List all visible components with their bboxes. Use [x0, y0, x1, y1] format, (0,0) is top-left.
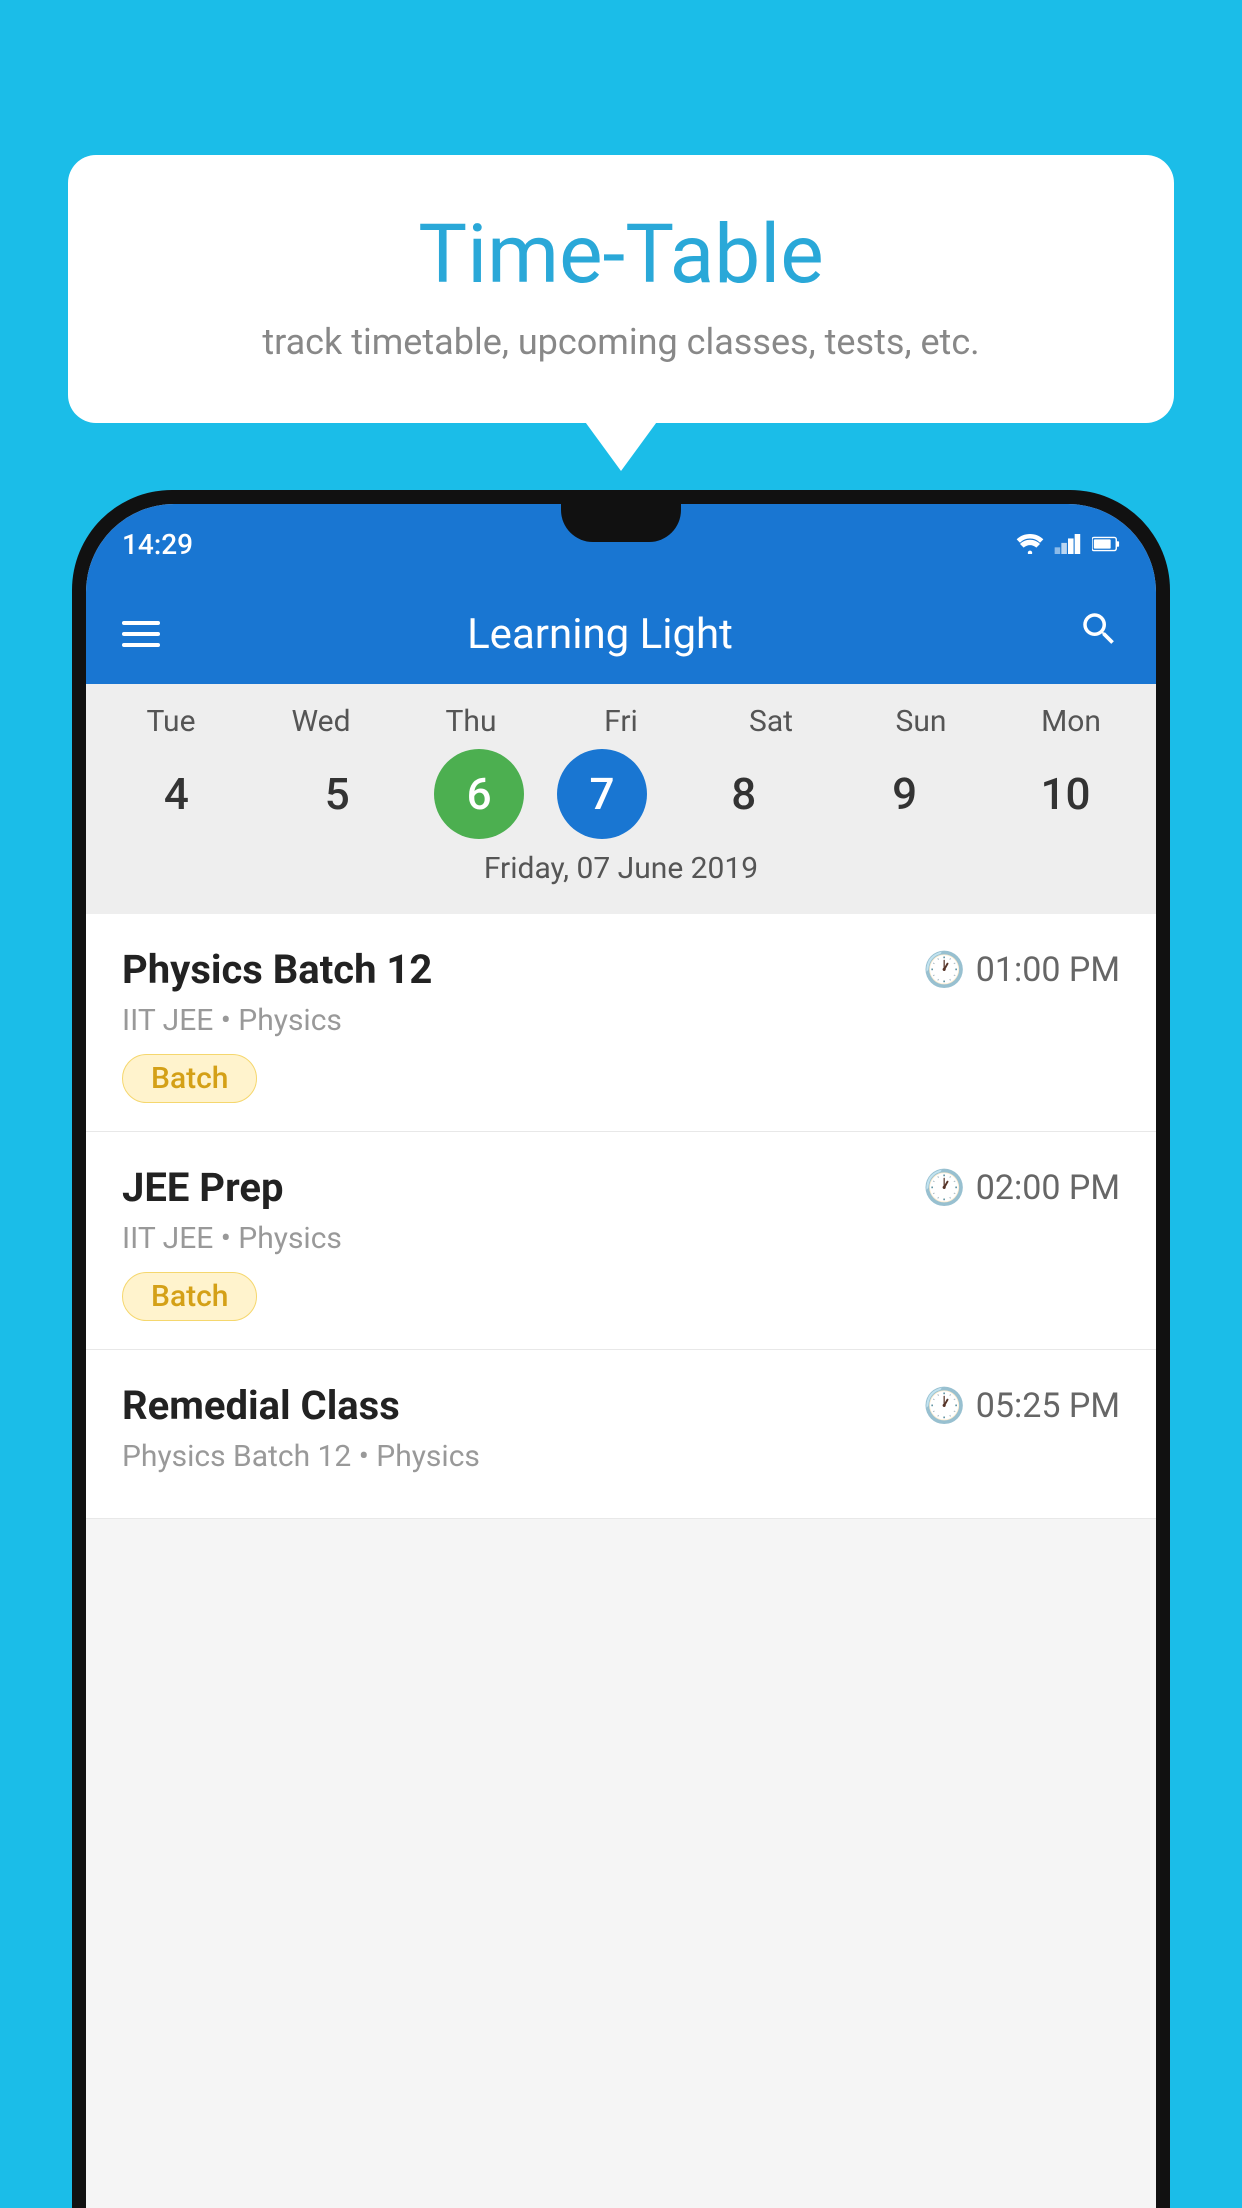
day-headers: Tue Wed Thu Fri Sat Sun Mon: [86, 704, 1156, 739]
schedule-item-2-subtitle: IIT JEE • Physics: [122, 1221, 1120, 1256]
day-6-today[interactable]: 6: [434, 749, 524, 839]
day-5[interactable]: 5: [273, 749, 401, 839]
day-header-fri: Fri: [557, 704, 685, 739]
schedule-item-3-subtitle: Physics Batch 12 • Physics: [122, 1439, 1120, 1474]
day-header-sat: Sat: [707, 704, 835, 739]
day-8[interactable]: 8: [680, 749, 808, 839]
clock-icon-3: 🕐: [923, 1386, 965, 1426]
day-9[interactable]: 9: [841, 749, 969, 839]
day-4[interactable]: 4: [112, 749, 240, 839]
clock-icon-1: 🕐: [923, 950, 965, 990]
schedule-item-1-time: 🕐 01:00 PM: [923, 950, 1120, 990]
day-numbers: 4 5 6 7 8 9 10: [86, 749, 1156, 839]
schedule-item-2-time: 🕐 02:00 PM: [923, 1168, 1120, 1208]
schedule-item-2[interactable]: JEE Prep 🕐 02:00 PM IIT JEE • Physics Ba…: [86, 1132, 1156, 1350]
battery-icon: [1092, 534, 1120, 554]
status-icons: [1016, 534, 1120, 554]
clock-icon-2: 🕐: [923, 1168, 965, 1208]
day-7-selected[interactable]: 7: [557, 749, 647, 839]
day-header-mon: Mon: [1007, 704, 1135, 739]
day-header-tue: Tue: [107, 704, 235, 739]
day-header-wed: Wed: [257, 704, 385, 739]
hamburger-menu-button[interactable]: [122, 621, 160, 647]
app-bar-title: Learning Light: [192, 610, 1008, 659]
tooltip-subtitle: track timetable, upcoming classes, tests…: [128, 321, 1114, 363]
tooltip-card: Time-Table track timetable, upcoming cla…: [68, 155, 1174, 423]
status-bar: 14:29: [86, 504, 1156, 584]
schedule-list: Physics Batch 12 🕐 01:00 PM IIT JEE • Ph…: [86, 914, 1156, 1519]
phone-screen: 14:29: [86, 504, 1156, 2208]
schedule-item-1-badge: Batch: [122, 1054, 257, 1103]
schedule-item-1[interactable]: Physics Batch 12 🕐 01:00 PM IIT JEE • Ph…: [86, 914, 1156, 1132]
day-header-sun: Sun: [857, 704, 985, 739]
schedule-item-2-badge: Batch: [122, 1272, 257, 1321]
schedule-item-1-title: Physics Batch 12: [122, 946, 432, 993]
day-header-thu: Thu: [407, 704, 535, 739]
wifi-icon: [1016, 534, 1044, 554]
tooltip-title: Time-Table: [128, 207, 1114, 303]
search-button[interactable]: [1078, 608, 1120, 661]
selected-date-label: Friday, 07 June 2019: [86, 839, 1156, 902]
status-time: 14:29: [122, 528, 193, 561]
schedule-item-1-subtitle: IIT JEE • Physics: [122, 1003, 1120, 1038]
day-10[interactable]: 10: [1001, 749, 1129, 839]
schedule-item-3-title: Remedial Class: [122, 1382, 400, 1429]
phone-frame: 14:29: [72, 490, 1170, 2208]
schedule-item-3[interactable]: Remedial Class 🕐 05:25 PM Physics Batch …: [86, 1350, 1156, 1519]
app-bar: Learning Light: [86, 584, 1156, 684]
notch: [561, 504, 681, 542]
schedule-item-2-title: JEE Prep: [122, 1164, 283, 1211]
signal-icon: [1054, 534, 1082, 554]
calendar-strip: Tue Wed Thu Fri Sat Sun Mon 4 5 6 7 8 9 …: [86, 684, 1156, 914]
schedule-item-3-time: 🕐 05:25 PM: [923, 1386, 1120, 1426]
